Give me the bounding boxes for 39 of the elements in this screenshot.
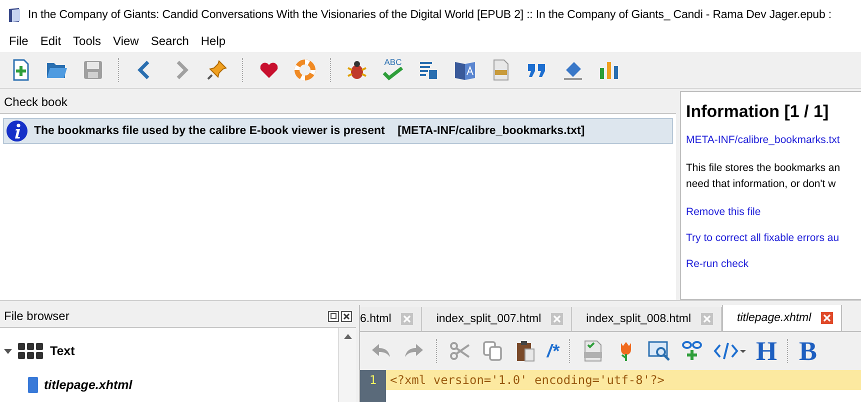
window-title: In the Company of Giants: Candid Conversations With the Visionaries of the Digital World [EPUB 2] :: In the Company of Giants_ Candi - Rama Dev Jager.epub : (28, 9, 832, 21)
information-text: need that information, or don't w (686, 178, 836, 190)
editor-tab[interactable]: index_split_008.html (572, 307, 722, 331)
menu-item[interactable]: Tools (67, 32, 108, 50)
scroll-up-icon[interactable] (344, 334, 352, 339)
action-link[interactable]: Try to correct all fixable errors au (686, 232, 861, 244)
panel-title: File browser (4, 309, 70, 323)
line-number: 1 (360, 370, 386, 402)
action-link[interactable]: Re-run check (686, 258, 861, 270)
menu-item[interactable]: Edit (34, 32, 68, 50)
format-button[interactable]: H (753, 334, 780, 368)
float-panel-icon[interactable] (328, 310, 339, 322)
format-button[interactable]: B (796, 334, 820, 368)
bug-icon[interactable] (345, 58, 369, 82)
comment-button[interactable]: /* (544, 338, 562, 364)
menu-item[interactable]: File (3, 32, 34, 50)
file-link[interactable]: META-INF/calibre_bookmarks.txt (686, 134, 861, 146)
information-text: This file stores the bookmarks an (686, 162, 840, 174)
app-logo-icon (8, 7, 22, 23)
editor-tab[interactable]: titlepage.xhtml (722, 305, 842, 331)
link-plus-icon[interactable] (680, 339, 704, 363)
expand-arrow-icon[interactable] (4, 347, 12, 355)
menu-item[interactable]: Help (194, 32, 232, 50)
lifebuoy-icon[interactable] (293, 58, 317, 82)
information-title: Information [1 / 1] (686, 102, 830, 122)
editor-tab[interactable]: index_split_007.html (422, 307, 572, 331)
check-result-row[interactable]: The bookmarks file used by the calibre E-book viewer is present [META-INF/calibre_bookmarks.txt] (3, 118, 673, 144)
folder-grid-icon (18, 343, 44, 359)
info-icon (6, 120, 28, 142)
menu-item[interactable]: View (107, 32, 145, 50)
tree-file[interactable]: titlepage.xhtml (44, 378, 132, 392)
tree-folder[interactable]: Text (50, 344, 75, 358)
image-search-icon[interactable] (647, 339, 672, 363)
file-icon (28, 377, 38, 393)
menu-item[interactable]: Search (144, 32, 195, 50)
editor-tab[interactable]: 6.html (360, 307, 422, 331)
action-link[interactable]: Remove this file (686, 206, 861, 218)
close-icon[interactable] (341, 310, 352, 322)
pin-icon[interactable] (205, 58, 229, 82)
